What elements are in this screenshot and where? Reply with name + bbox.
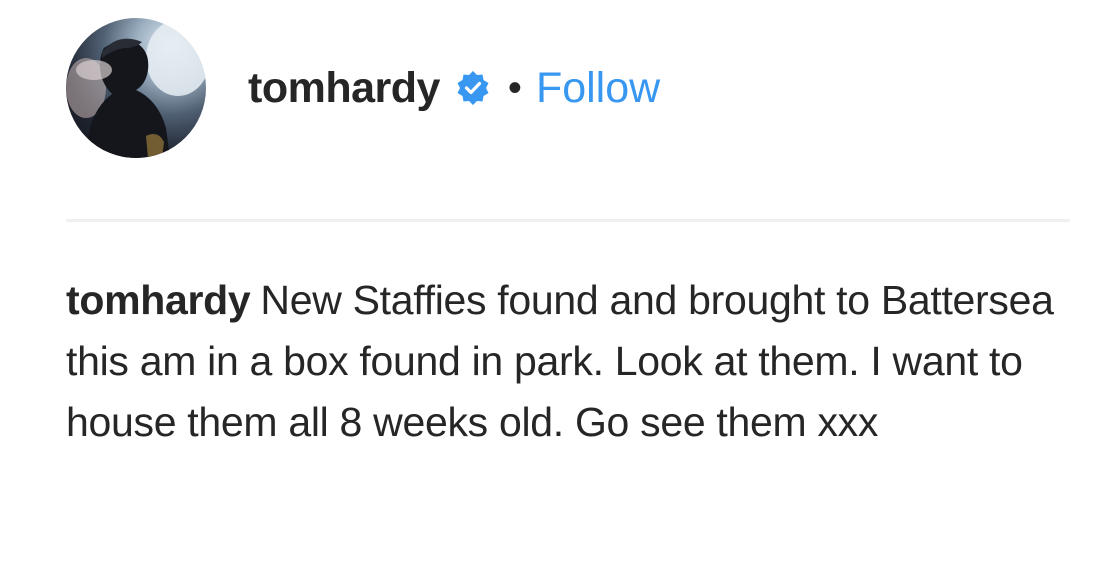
verified-badge-icon xyxy=(456,71,490,105)
post-header: tomhardy • Follow xyxy=(66,18,1070,158)
caption-username-link[interactable]: tomhardy xyxy=(66,277,251,323)
separator-dot: • xyxy=(507,66,522,110)
follow-button[interactable]: Follow xyxy=(536,66,660,110)
username-link[interactable]: tomhardy xyxy=(248,66,440,110)
divider xyxy=(66,219,1070,222)
post-caption: tomhardy New Staffies found and brought t… xyxy=(66,270,1070,453)
avatar-image xyxy=(66,20,206,158)
avatar[interactable] xyxy=(66,18,206,158)
username-line: tomhardy • Follow xyxy=(248,58,660,118)
